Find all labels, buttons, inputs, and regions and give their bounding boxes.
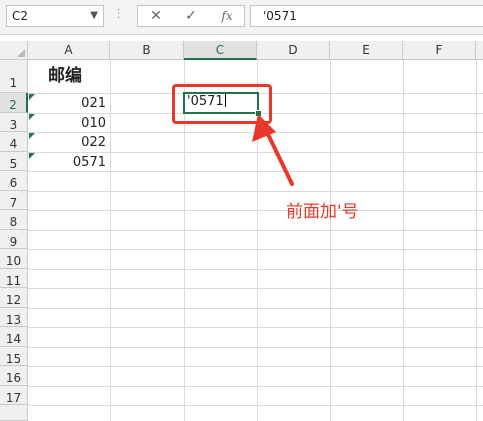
gridline xyxy=(28,327,483,328)
formula-input[interactable]: '0571 xyxy=(250,5,483,27)
column-header-f[interactable]: F xyxy=(403,41,476,60)
formula-buttons: ✕ ✓ fx xyxy=(137,5,245,27)
row-header-10[interactable]: 10 xyxy=(0,249,28,269)
row-header-1[interactable]: 1 xyxy=(0,60,28,93)
error-indicator-icon[interactable] xyxy=(29,113,35,120)
row-header-11[interactable]: 11 xyxy=(0,268,28,288)
annotation-text: 前面加'号 xyxy=(286,202,359,222)
gridline xyxy=(28,307,483,309)
row-header-14[interactable]: 14 xyxy=(0,327,28,347)
gridline xyxy=(28,405,483,406)
row-header-12[interactable]: 12 xyxy=(0,288,28,308)
error-indicator-icon[interactable] xyxy=(29,94,35,100)
cell-a4[interactable]: 022 xyxy=(28,133,110,152)
row-header-2[interactable]: 2 xyxy=(0,93,28,113)
name-box-value: C2 xyxy=(12,9,29,23)
formula-bar: C2 ▼ · · · ✕ ✓ fx '0571 xyxy=(0,0,483,35)
column-header-e[interactable]: E xyxy=(330,41,403,60)
row-header-17[interactable]: 17 xyxy=(0,385,28,405)
cell-a2[interactable]: 021 xyxy=(28,94,110,113)
column-header-c[interactable]: C xyxy=(184,41,257,60)
gridline xyxy=(28,229,483,231)
enter-icon[interactable]: ✓ xyxy=(181,7,201,25)
chevron-down-icon[interactable]: ▼ xyxy=(90,6,98,26)
select-all-button[interactable] xyxy=(0,41,28,60)
row-header-8[interactable]: 8 xyxy=(0,210,28,230)
gridline xyxy=(28,366,483,367)
name-box[interactable]: C2 ▼ xyxy=(6,5,104,27)
grip-dots-icon: · · · xyxy=(117,5,121,24)
column-header-b[interactable]: B xyxy=(110,41,184,60)
row-header-7[interactable]: 7 xyxy=(0,190,28,210)
row-header-16[interactable]: 16 xyxy=(0,366,28,386)
column-header-partial[interactable] xyxy=(476,41,483,60)
cell-a3[interactable]: 010 xyxy=(28,114,110,133)
cancel-icon[interactable]: ✕ xyxy=(146,7,166,25)
column-header-d[interactable]: D xyxy=(257,41,330,60)
column-header-a[interactable]: A xyxy=(28,41,110,60)
row-header-6[interactable]: 6 xyxy=(0,171,28,191)
gridline xyxy=(28,249,483,250)
row-header-15[interactable]: 15 xyxy=(0,346,28,366)
gridline xyxy=(28,288,483,289)
row-header-partial[interactable] xyxy=(0,405,28,421)
arrow-icon xyxy=(252,114,294,186)
error-indicator-icon[interactable] xyxy=(29,133,35,139)
error-indicator-icon[interactable] xyxy=(29,152,35,159)
row-header-9[interactable]: 9 xyxy=(0,229,28,249)
row-header-5[interactable]: 5 xyxy=(0,151,28,171)
row-header-3[interactable]: 3 xyxy=(0,112,28,132)
gridline xyxy=(28,268,483,270)
insert-function-icon[interactable]: fx xyxy=(217,7,237,25)
gridline xyxy=(28,385,483,387)
row-header-13[interactable]: 13 xyxy=(0,307,28,327)
gridline xyxy=(28,346,483,348)
cell-a5[interactable]: 0571 xyxy=(28,153,110,172)
cell-a1[interactable]: 邮编 xyxy=(48,67,110,86)
gridline xyxy=(28,210,483,211)
row-header-4[interactable]: 4 xyxy=(0,132,28,152)
